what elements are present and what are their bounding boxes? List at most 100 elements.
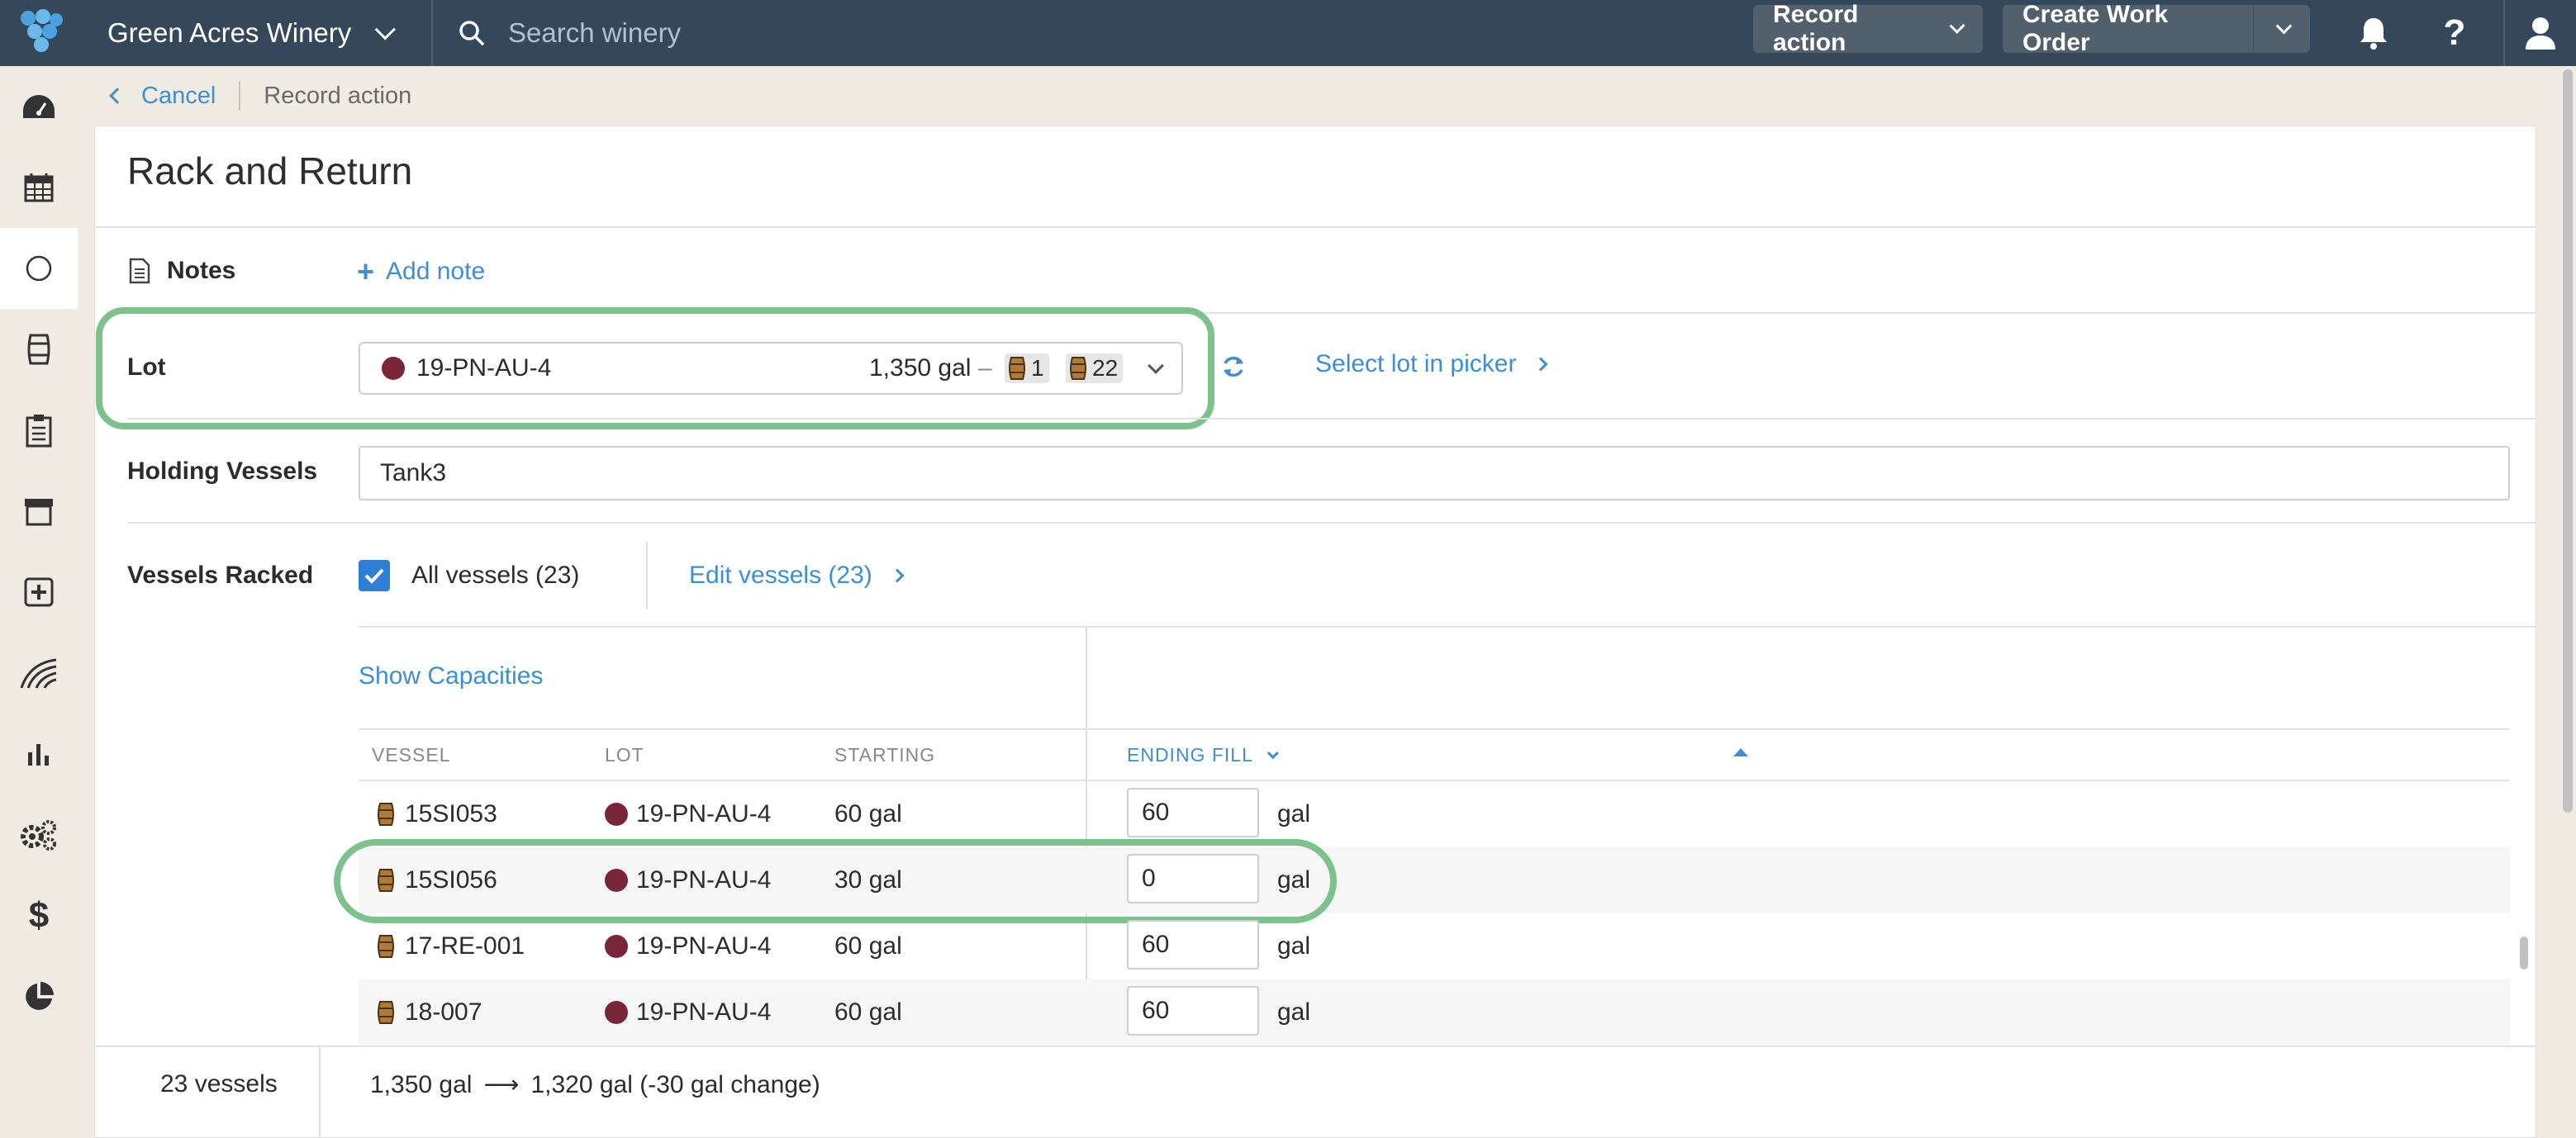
cancel-link[interactable]: Cancel	[109, 83, 216, 110]
chevron-right-icon	[1533, 357, 1548, 372]
column-header-vessel[interactable]: VESSEL	[372, 744, 451, 766]
starting-cell: 60 gal	[834, 932, 902, 960]
table-scrollbar[interactable]	[2520, 936, 2528, 970]
circle-icon	[26, 255, 52, 282]
breadcrumb-divider	[239, 81, 241, 111]
chevron-down-icon	[1949, 17, 1965, 35]
plus-icon: +	[357, 254, 375, 288]
sidebar-item-work-orders[interactable]	[0, 390, 78, 471]
vessel-cell: 15SI053	[377, 781, 497, 847]
refresh-icon[interactable]	[1221, 353, 1246, 384]
holding-vessels-field[interactable]: Tank3	[359, 446, 2510, 500]
sidebar-item-reports[interactable]	[0, 714, 78, 794]
dashboard-icon	[23, 95, 55, 118]
barrel-icon	[27, 334, 50, 365]
create-work-order-button[interactable]: Create Work Order	[2003, 1, 2310, 56]
pie-chart-icon	[26, 982, 54, 1010]
search-placeholder: Search winery	[508, 17, 682, 48]
divider	[127, 418, 2536, 420]
sidebar-item-add[interactable]	[0, 552, 78, 633]
add-box-icon	[24, 577, 54, 607]
sidebar-item-dashboard[interactable]	[0, 66, 78, 147]
select-lot-picker-label: Select lot in picker	[1315, 350, 1517, 377]
checkmark-icon	[364, 568, 384, 584]
table-row: 15SI053 19-PN-AU-4 60 gal 60 gal	[359, 781, 2510, 847]
sidebar-item-vessels[interactable]	[0, 309, 78, 390]
all-vessels-checkbox[interactable]	[359, 560, 390, 591]
lot-cell: 19-PN-AU-4	[605, 979, 771, 1046]
add-note-button[interactable]: + Add note	[357, 254, 485, 289]
org-name: Green Acres Winery	[107, 17, 352, 48]
help-icon[interactable]: ?	[2434, 0, 2475, 66]
top-bar: Green Acres Winery Search winery Record …	[0, 0, 2576, 66]
vessel-name: 15SI053	[405, 800, 497, 827]
record-action-button[interactable]: Record action	[1753, 1, 1983, 56]
ending-fill-header-label: ENDING FILL	[1127, 744, 1253, 766]
starting-cell: 60 gal	[834, 998, 902, 1026]
lot-name: 19-PN-AU-4	[636, 800, 772, 827]
sidebar: $	[0, 66, 78, 1138]
ending-fill-input[interactable]: 60	[1127, 986, 1259, 1036]
sidebar-item-costs[interactable]: $	[0, 875, 78, 956]
archive-icon	[25, 499, 53, 526]
to-volume: 1,320 gal (-30 gal change)	[530, 1070, 820, 1098]
calendar-icon	[24, 173, 54, 202]
sidebar-item-calendar[interactable]	[0, 147, 78, 228]
sort-ascending-icon[interactable]	[1733, 748, 1748, 756]
divider	[127, 522, 2536, 524]
select-lot-picker-link[interactable]: Select lot in picker	[1315, 350, 1548, 378]
edit-vessels-label: Edit vessels (23)	[689, 562, 872, 589]
lot-color-dot	[605, 1001, 628, 1024]
ending-fill-input[interactable]: 60	[1127, 788, 1259, 837]
sidebar-item-analytics[interactable]	[0, 956, 78, 1037]
sidebar-item-settings[interactable]	[0, 794, 78, 875]
sidebar-item-archive[interactable]	[0, 471, 78, 552]
page-title: Rack and Return	[127, 149, 413, 192]
holding-vessels-label: Holding Vessels	[127, 458, 318, 485]
unit-label: gal	[1277, 998, 1311, 1026]
sidebar-item-actions[interactable]	[0, 228, 78, 309]
arrow-right-icon: ⟶	[483, 1071, 520, 1098]
search-input[interactable]: Search winery	[459, 0, 681, 66]
table-row: 17-RE-001 19-PN-AU-4 60 gal 60 gal	[359, 913, 2510, 979]
barrel-icon	[378, 935, 394, 958]
edit-vessels-link[interactable]: Edit vessels (23)	[689, 560, 905, 591]
lot-name: 19-PN-AU-4	[636, 998, 772, 1026]
vessel-name: 18-007	[405, 998, 482, 1026]
chevron-down-icon[interactable]	[2276, 17, 2293, 35]
divider	[319, 1047, 321, 1138]
unit-label: gal	[1277, 800, 1311, 827]
chevron-down-icon	[374, 19, 397, 40]
show-capacities-link[interactable]: Show Capacities	[359, 662, 543, 690]
sidebar-item-vineyard[interactable]	[0, 633, 78, 714]
split-divider	[2252, 5, 2255, 53]
search-icon	[459, 21, 484, 45]
divider	[431, 0, 433, 66]
vessels-racked-label: Vessels Racked	[127, 562, 314, 589]
bar-chart-icon	[28, 744, 49, 766]
lot-color-dot	[605, 935, 628, 958]
lot-cell: 19-PN-AU-4	[605, 913, 771, 979]
bell-icon[interactable]	[2353, 0, 2394, 66]
user-avatar-icon[interactable]	[2520, 0, 2561, 66]
document-icon	[129, 258, 150, 288]
org-switcher[interactable]: Green Acres Winery	[107, 0, 397, 66]
app-logo-icon[interactable]	[15, 7, 64, 56]
starting-cell: 60 gal	[834, 800, 902, 827]
column-header-lot[interactable]: LOT	[605, 744, 644, 766]
lot-color-dot	[605, 803, 628, 826]
gears-icon	[21, 820, 56, 851]
column-header-ending-fill[interactable]: ENDING FILL	[1127, 744, 1279, 766]
volume-change-summary: 1,350 gal ⟶ 1,320 gal (-30 gal change)	[370, 1070, 820, 1099]
divider	[359, 626, 2536, 628]
column-header-starting[interactable]: STARTING	[834, 744, 935, 766]
page-scrollbar-thumb[interactable]	[2563, 69, 2573, 813]
chevron-right-icon	[890, 568, 905, 583]
all-vessels-label: All vessels (23)	[411, 562, 580, 589]
lot-cell: 19-PN-AU-4	[605, 781, 771, 847]
add-note-label: Add note	[386, 258, 486, 285]
ending-fill-input[interactable]: 60	[1127, 920, 1259, 970]
divider	[94, 226, 2536, 228]
vessel-count: 23 vessels	[160, 1070, 278, 1098]
record-action-label: Record action	[1773, 1, 1859, 56]
